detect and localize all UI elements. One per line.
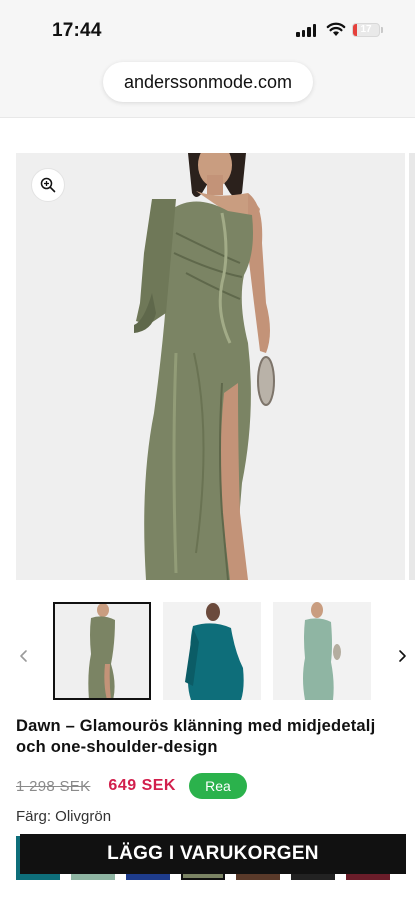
product-main-image[interactable] [16, 153, 405, 580]
zoom-in-icon [40, 177, 56, 193]
browser-url-area: anderssonmode.com [0, 60, 415, 118]
zoom-button[interactable] [31, 168, 65, 202]
thumbnail-olive[interactable] [53, 602, 151, 700]
status-bar: 17:44 17 [0, 0, 415, 60]
price-row: 1 298 SEK 649 SEK Rea [16, 773, 247, 799]
wifi-icon [326, 22, 346, 36]
chevron-left-icon[interactable] [16, 648, 32, 664]
sale-badge: Rea [188, 773, 247, 799]
battery-cap [381, 27, 383, 33]
product-title: Dawn – Glamourös klänning med midjedetal… [16, 717, 376, 756]
status-time: 17:44 [52, 20, 102, 41]
battery-text: 17 [360, 24, 372, 35]
next-image-peek [409, 153, 415, 580]
thumbnail-mint[interactable] [273, 602, 371, 700]
add-to-cart-button[interactable]: LÄGG I VARUKORGEN [20, 834, 406, 874]
thumbnail-mint-image [273, 602, 371, 700]
color-label: Färg: Olivgrön [16, 808, 112, 825]
sale-price: 649 SEK [108, 777, 176, 794]
old-price: 1 298 SEK [16, 777, 91, 795]
url-bar[interactable]: anderssonmode.com [103, 62, 313, 102]
signal-icon [296, 24, 316, 37]
thumbnail-teal[interactable] [163, 602, 261, 700]
battery-icon: 17 [352, 23, 380, 37]
dress-illustration [16, 153, 405, 580]
thumbnail-olive-image [55, 604, 149, 698]
chevron-right-icon[interactable] [394, 648, 410, 664]
thumbnail-teal-image [163, 602, 261, 700]
